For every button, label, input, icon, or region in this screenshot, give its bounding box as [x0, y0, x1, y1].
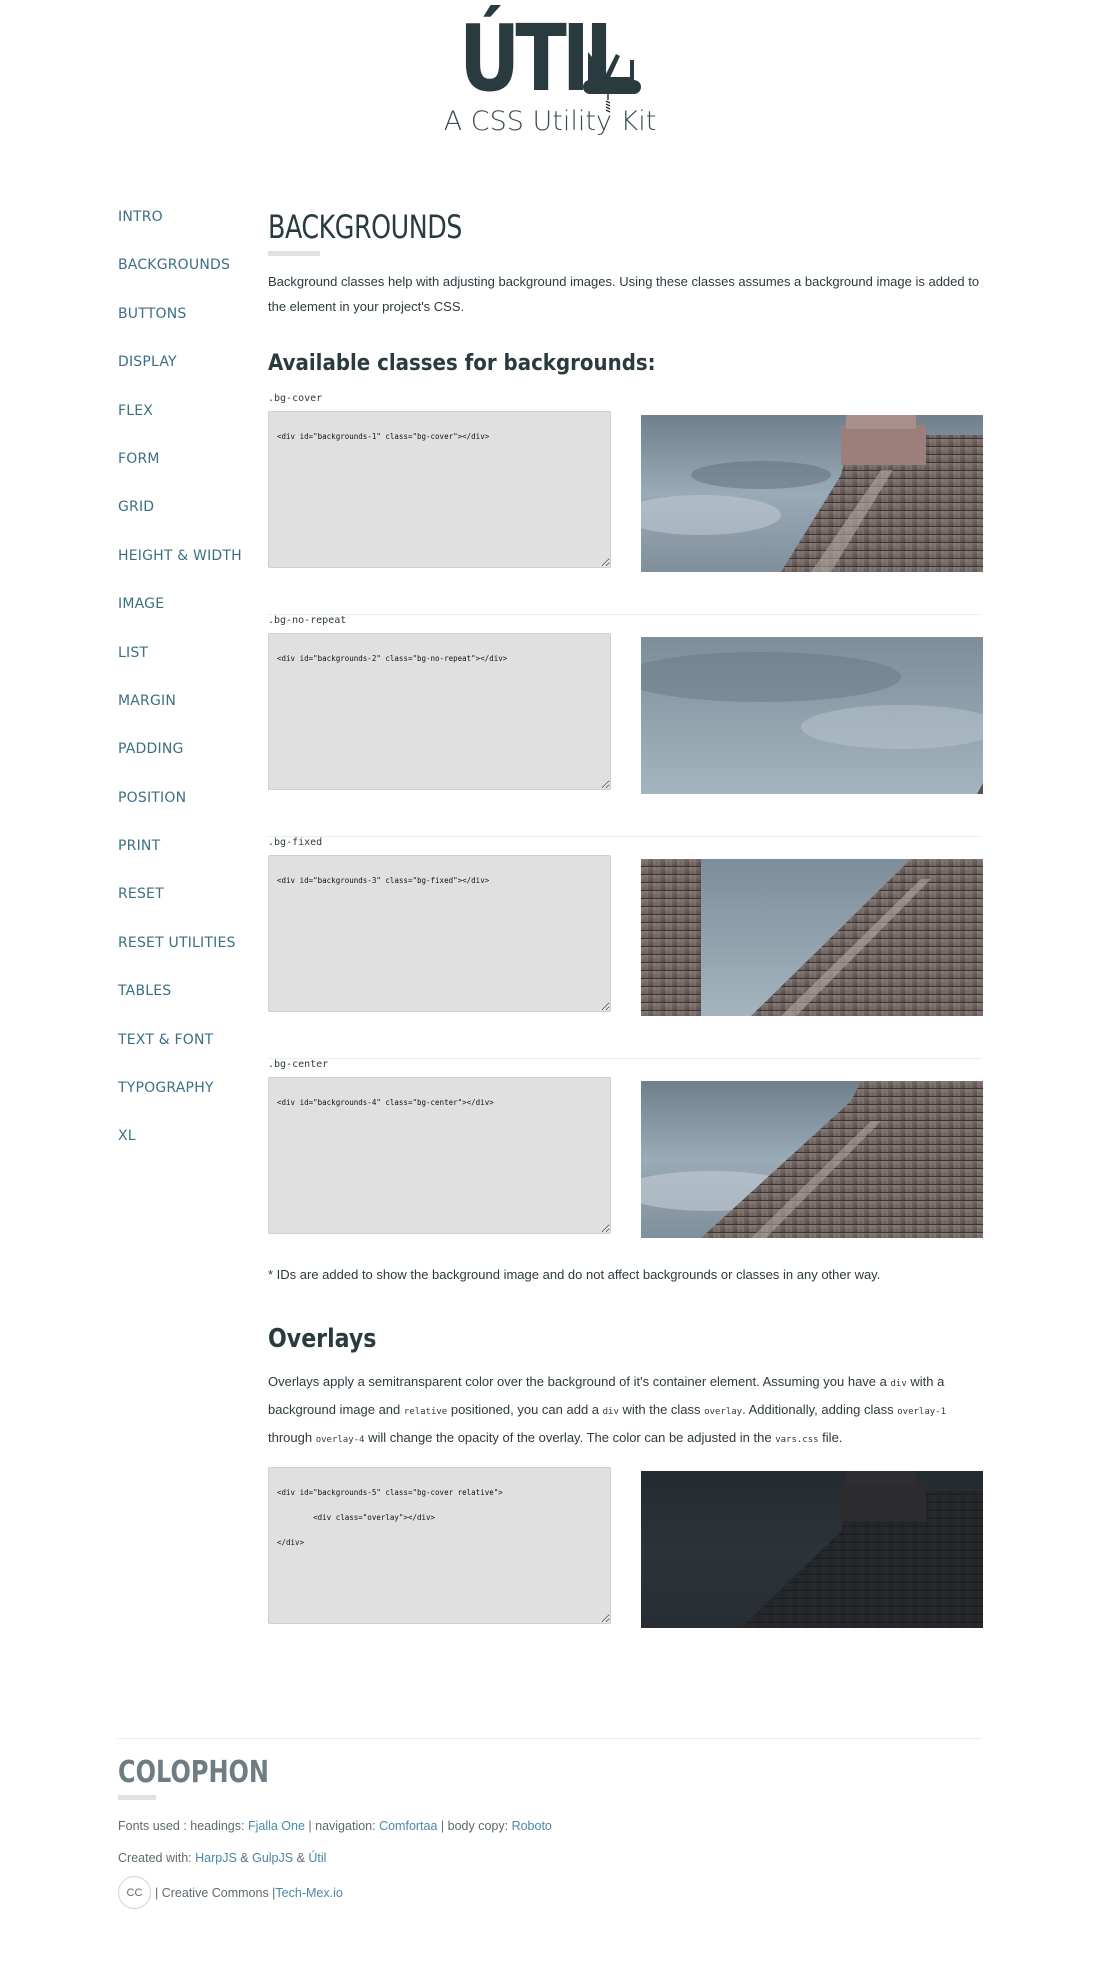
colophon-footer: COLOPHON Fonts used : headings: Fjalla O… [118, 1738, 982, 1909]
inline-code: overlay-1 [897, 1407, 947, 1417]
nav-item-form[interactable]: FORM [118, 440, 258, 488]
code-textarea[interactable]: <div id="backgrounds-3" class="bg-fixed"… [268, 855, 611, 1012]
link-gulpjs[interactable]: GulpJS [252, 1851, 293, 1865]
inline-code: overlay-4 [315, 1435, 365, 1445]
example-bg-cover: .bg-cover <div id="backgrounds-1" class=… [268, 393, 983, 615]
text-span: file. [818, 1430, 843, 1445]
site-header: ÚTIL A CSS Utility Kit [0, 0, 1100, 150]
nav-item-position[interactable]: POSITION [118, 779, 258, 827]
text-span: Overlays apply a semitransparent color o… [268, 1374, 891, 1389]
available-classes-heading: Available classes for backgrounds: [268, 351, 656, 376]
fonts-line: Fonts used : headings: Fjalla One | navi… [118, 1818, 982, 1834]
nav-item-image[interactable]: IMAGE [118, 585, 258, 633]
code-textarea[interactable]: <div id="backgrounds-1" class="bg-cover"… [268, 411, 611, 568]
title-underline [268, 251, 320, 256]
text-span: Fonts used : headings: [118, 1819, 248, 1833]
text-span: | body copy: [437, 1819, 512, 1833]
link-comfortaa[interactable]: Comfortaa [379, 1819, 437, 1833]
text-span: | navigation: [304, 1819, 380, 1833]
class-label: .bg-fixed [268, 837, 323, 848]
example-bg-no-repeat: .bg-no-repeat <div id="backgrounds-2" cl… [268, 615, 983, 837]
text-span: . Additionally, adding class [742, 1402, 898, 1417]
divider [118, 1738, 982, 1739]
text-span: & [293, 1851, 309, 1865]
nav-item-display[interactable]: DISPLAY [118, 343, 258, 391]
link-harpjs[interactable]: HarpJS [195, 1851, 237, 1865]
example-overlay: <div id="backgrounds-5" class="bg-cover … [268, 1467, 983, 1628]
nav-item-typography[interactable]: TYPOGRAPHY [118, 1069, 258, 1117]
nav-item-text-font[interactable]: TEXT & FONT [118, 1021, 258, 1069]
example-bg-fixed: .bg-fixed <div id="backgrounds-3" class=… [268, 837, 983, 1059]
intro-paragraph: Background classes help with adjusting b… [268, 274, 980, 314]
demo-image [641, 859, 983, 1016]
class-label: .bg-center [268, 1059, 329, 1070]
nav-item-backgrounds[interactable]: BACKGROUNDS [118, 246, 258, 294]
nav-item-reset[interactable]: RESET [118, 875, 258, 923]
inline-code: div [890, 1379, 907, 1389]
nav-item-buttons[interactable]: BUTTONS [118, 295, 258, 343]
nav-item-grid[interactable]: GRID [118, 488, 258, 536]
nav-item-reset-utilities[interactable]: RESET UTILITIES [118, 924, 258, 972]
tagline: A CSS Utility Kit [443, 106, 657, 137]
overlay-layer [641, 1471, 983, 1628]
nav-item-list[interactable]: LIST [118, 634, 258, 682]
inline-code: relative [403, 1407, 448, 1417]
text-span: will change the opacity of the overlay. … [364, 1430, 776, 1445]
link-tech-mex[interactable]: Tech-Mex.io [275, 1886, 342, 1900]
colophon-underline [118, 1795, 156, 1800]
logo[interactable]: ÚTIL [459, 13, 645, 113]
link-fjalla-one[interactable]: Fjalla One [248, 1819, 305, 1833]
cc-badge-icon: CC [118, 1876, 151, 1909]
text-span: Created with: [118, 1851, 196, 1865]
demo-image [641, 415, 983, 572]
ids-note: * IDs are added to show the background i… [268, 1267, 881, 1282]
inline-code: vars.css [775, 1435, 819, 1445]
page-title: BACKGROUNDS [268, 208, 462, 246]
created-line: Created with: HarpJS & GulpJS & Útil [118, 1850, 982, 1866]
overlays-paragraph: Overlays apply a semitransparent color o… [268, 1369, 982, 1453]
code-textarea[interactable]: <div id="backgrounds-2" class="bg-no-rep… [268, 633, 611, 790]
code-textarea[interactable]: <div id="backgrounds-5" class="bg-cover … [268, 1467, 611, 1624]
text-span: through [268, 1430, 316, 1445]
inline-code: div [602, 1407, 619, 1417]
nav-item-margin[interactable]: MARGIN [118, 682, 258, 730]
demo-image [641, 1081, 983, 1238]
nav-item-padding[interactable]: PADDING [118, 730, 258, 778]
overlays-heading: Overlays [268, 1324, 377, 1354]
link-roboto[interactable]: Roboto [512, 1819, 552, 1833]
main-content: BACKGROUNDS Background classes help with… [268, 205, 983, 1628]
nav-item-tables[interactable]: TABLES [118, 972, 258, 1020]
nav-item-height-width[interactable]: HEIGHT & WIDTH [118, 537, 258, 585]
text-span: & [236, 1851, 253, 1865]
nav-item-print[interactable]: PRINT [118, 827, 258, 875]
license-line: CC | Creative Commons | Tech-Mex.io [118, 1876, 982, 1909]
demo-image-overlay [641, 1471, 983, 1628]
link-util[interactable]: Útil [308, 1851, 326, 1865]
nav-item-flex[interactable]: FLEX [118, 392, 258, 440]
text-span: with the class [618, 1402, 705, 1417]
colophon-title: COLOPHON [118, 1755, 270, 1790]
inline-code: overlay [704, 1407, 743, 1417]
nav-item-intro[interactable]: INTRO [118, 198, 258, 246]
text-span: | Creative Commons | [155, 1885, 276, 1900]
text-span: positioned, you can add a [447, 1402, 603, 1417]
demo-image [641, 637, 983, 794]
sidebar-nav: INTRO BACKGROUNDS BUTTONS DISPLAY FLEX F… [118, 198, 258, 1166]
class-label: .bg-cover [268, 393, 323, 404]
example-bg-center: .bg-center <div id="backgrounds-4" class… [268, 1059, 983, 1259]
code-textarea[interactable]: <div id="backgrounds-4" class="bg-center… [268, 1077, 611, 1234]
nav-item-xl[interactable]: XL [118, 1117, 258, 1165]
class-label: .bg-no-repeat [268, 615, 347, 626]
